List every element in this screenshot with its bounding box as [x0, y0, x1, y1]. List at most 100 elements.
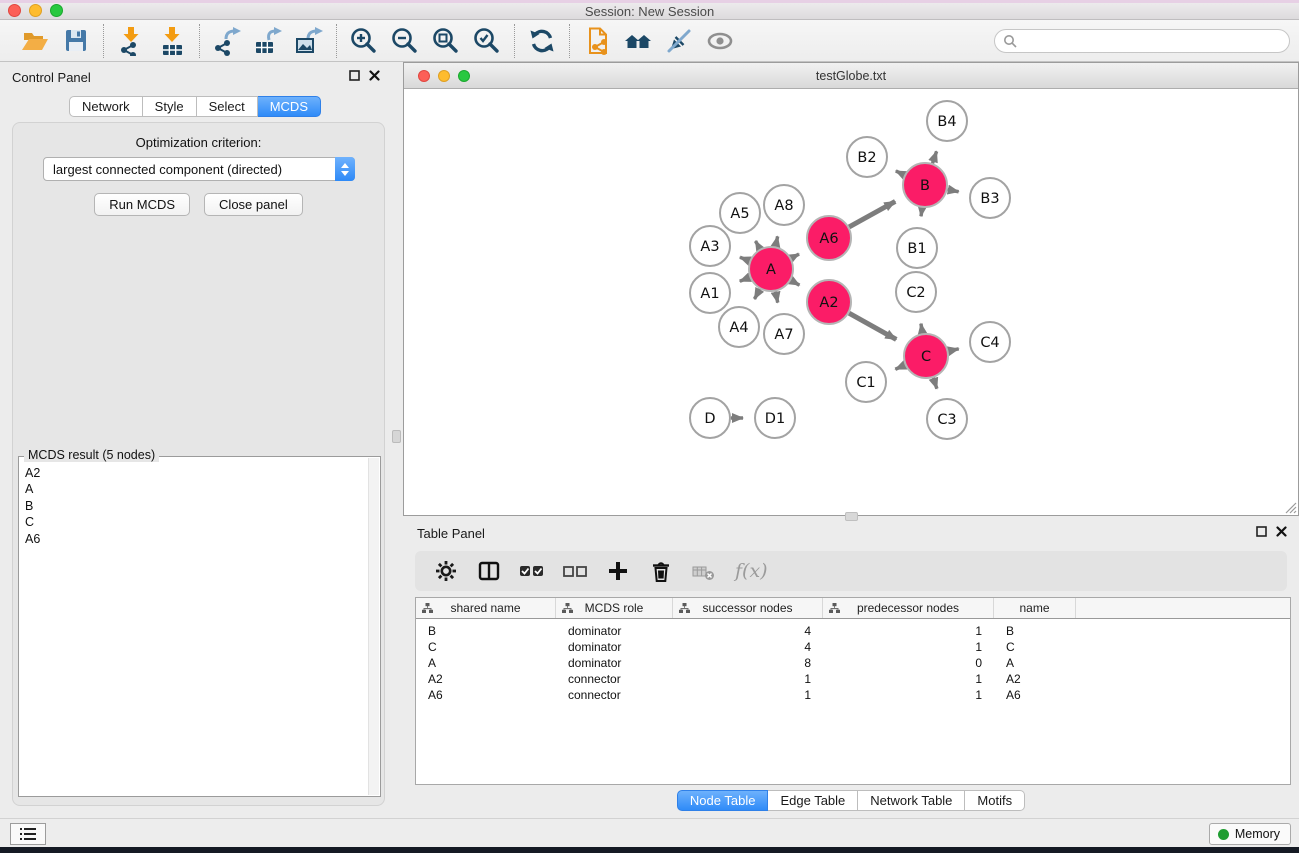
table-mode-gear-button[interactable]	[434, 556, 458, 586]
table-cell[interactable]: C	[416, 639, 556, 655]
network-window-titlebar[interactable]: testGlobe.txt	[404, 63, 1298, 89]
criterion-select[interactable]: largest connected component (directed)	[43, 157, 355, 181]
import-network-button[interactable]	[115, 25, 147, 57]
graph-node-A3[interactable]: A3	[690, 226, 730, 266]
table-cell[interactable]: A6	[416, 687, 556, 703]
open-session-button[interactable]	[19, 25, 51, 57]
table-cell[interactable]: B	[416, 623, 556, 639]
zoom-out-button[interactable]	[389, 25, 421, 57]
graph-edge-B-B2[interactable]	[896, 171, 904, 175]
function-builder-button[interactable]: f(x)	[735, 556, 768, 586]
table-cell[interactable]: A6	[994, 687, 1076, 703]
column-header-MCDS-role[interactable]: MCDS role	[556, 598, 673, 618]
result-list-scrollbar[interactable]	[368, 458, 379, 795]
run-mcds-button[interactable]: Run MCDS	[94, 193, 190, 216]
graph-edge-A-A1[interactable]	[740, 277, 750, 281]
tab-edge-table[interactable]: Edge Table	[768, 790, 858, 811]
column-header-shared-name[interactable]: shared name	[416, 598, 556, 618]
table-cell[interactable]: dominator	[556, 639, 673, 655]
graph-node-A7[interactable]: A7	[764, 314, 804, 354]
search-input[interactable]	[1022, 32, 1289, 50]
splitter-handle[interactable]	[392, 430, 401, 443]
graph-node-C1[interactable]: C1	[846, 362, 886, 402]
float-panel-icon[interactable]	[349, 70, 360, 81]
export-network-button[interactable]	[211, 25, 243, 57]
table-cell[interactable]: A	[994, 655, 1076, 671]
graph-edge-A6-B[interactable]	[849, 201, 895, 226]
zoom-in-button[interactable]	[348, 25, 380, 57]
export-table-button[interactable]	[252, 25, 284, 57]
table-cell[interactable]: 1	[823, 639, 994, 655]
column-header-predecessor-nodes[interactable]: predecessor nodes	[823, 598, 994, 618]
tab-network[interactable]: Network	[69, 96, 143, 117]
task-history-button[interactable]	[10, 823, 46, 845]
delete-column-button[interactable]	[649, 556, 673, 586]
zoom-fit-button[interactable]	[430, 25, 462, 57]
graph-edge-C-C2[interactable]	[921, 324, 923, 334]
table-cell[interactable]: 4	[673, 639, 823, 655]
graph-edge-A-A7[interactable]	[776, 292, 778, 303]
import-table-button[interactable]	[156, 25, 188, 57]
graph-node-B2[interactable]: B2	[847, 137, 887, 177]
mcds-result-item[interactable]: A2	[21, 465, 366, 481]
table-cell[interactable]: connector	[556, 687, 673, 703]
panel-splitter-vertical[interactable]	[390, 62, 403, 818]
network-canvas[interactable]: B4B2BB3A8A5A6A3B1AA1C2A2A4A7C4CC1C3DD1	[404, 89, 1298, 515]
mcds-result-item[interactable]: C	[21, 514, 366, 530]
window-resize-grip[interactable]	[1282, 499, 1297, 514]
tab-node-table[interactable]: Node Table	[677, 790, 769, 811]
table-cell[interactable]: dominator	[556, 655, 673, 671]
table-cell[interactable]: dominator	[556, 623, 673, 639]
new-network-from-selection-button[interactable]	[581, 25, 613, 57]
graph-edge-A-A4[interactable]	[754, 289, 759, 299]
mcds-result-item[interactable]: B	[21, 498, 366, 514]
delete-table-button[interactable]	[692, 556, 716, 586]
graph-node-D[interactable]: D	[690, 398, 730, 438]
select-all-columns-button[interactable]	[520, 556, 544, 586]
export-image-button[interactable]	[293, 25, 325, 57]
graph-edge-A-A5[interactable]	[755, 241, 759, 249]
table-cell[interactable]: 1	[673, 671, 823, 687]
create-column-button[interactable]	[606, 556, 630, 586]
graph-edge-C-C4[interactable]	[948, 349, 958, 351]
graph-node-A1[interactable]: A1	[690, 273, 730, 313]
table-cell[interactable]: B	[994, 623, 1076, 639]
show-column-button[interactable]	[477, 556, 501, 586]
close-table-panel-icon[interactable]	[1276, 526, 1287, 537]
search-box[interactable]	[994, 29, 1290, 53]
graph-node-A6[interactable]: A6	[807, 216, 851, 260]
graph-node-D1[interactable]: D1	[755, 398, 795, 438]
unselect-all-columns-button[interactable]	[563, 556, 587, 586]
home-button[interactable]	[622, 25, 654, 57]
mcds-result-item[interactable]: A6	[21, 531, 366, 547]
tab-network-table[interactable]: Network Table	[858, 790, 965, 811]
graph-node-A[interactable]: A	[749, 247, 793, 291]
table-cell[interactable]: A	[416, 655, 556, 671]
column-header-name[interactable]: name	[994, 598, 1076, 618]
graph-edge-A-A2[interactable]	[791, 280, 799, 285]
tab-style[interactable]: Style	[143, 96, 197, 117]
graph-edge-B-B3[interactable]	[948, 190, 959, 192]
table-cell[interactable]: A2	[994, 671, 1076, 687]
graph-edge-A2-C[interactable]	[849, 313, 896, 339]
memory-button[interactable]: Memory	[1209, 823, 1291, 845]
hide-labels-button[interactable]	[663, 25, 695, 57]
tab-select[interactable]: Select	[197, 96, 258, 117]
graph-edge-B-B4[interactable]	[932, 151, 936, 163]
graph-node-A2[interactable]: A2	[807, 280, 851, 324]
graph-node-A5[interactable]: A5	[720, 193, 760, 233]
graph-node-A4[interactable]: A4	[719, 307, 759, 347]
apply-layout-refresh-button[interactable]	[526, 25, 558, 57]
tab-motifs[interactable]: Motifs	[965, 790, 1025, 811]
table-cell[interactable]: 4	[673, 623, 823, 639]
graph-node-C2[interactable]: C2	[896, 272, 936, 312]
table-cell[interactable]: A2	[416, 671, 556, 687]
table-cell[interactable]: 1	[673, 687, 823, 703]
zoom-selected-button[interactable]	[471, 25, 503, 57]
close-panel-button[interactable]: Close panel	[204, 193, 303, 216]
table-cell[interactable]: 8	[673, 655, 823, 671]
graph-edge-A-A3[interactable]	[740, 257, 750, 261]
graph-node-C4[interactable]: C4	[970, 322, 1010, 362]
table-cell[interactable]: connector	[556, 671, 673, 687]
save-session-button[interactable]	[60, 25, 92, 57]
